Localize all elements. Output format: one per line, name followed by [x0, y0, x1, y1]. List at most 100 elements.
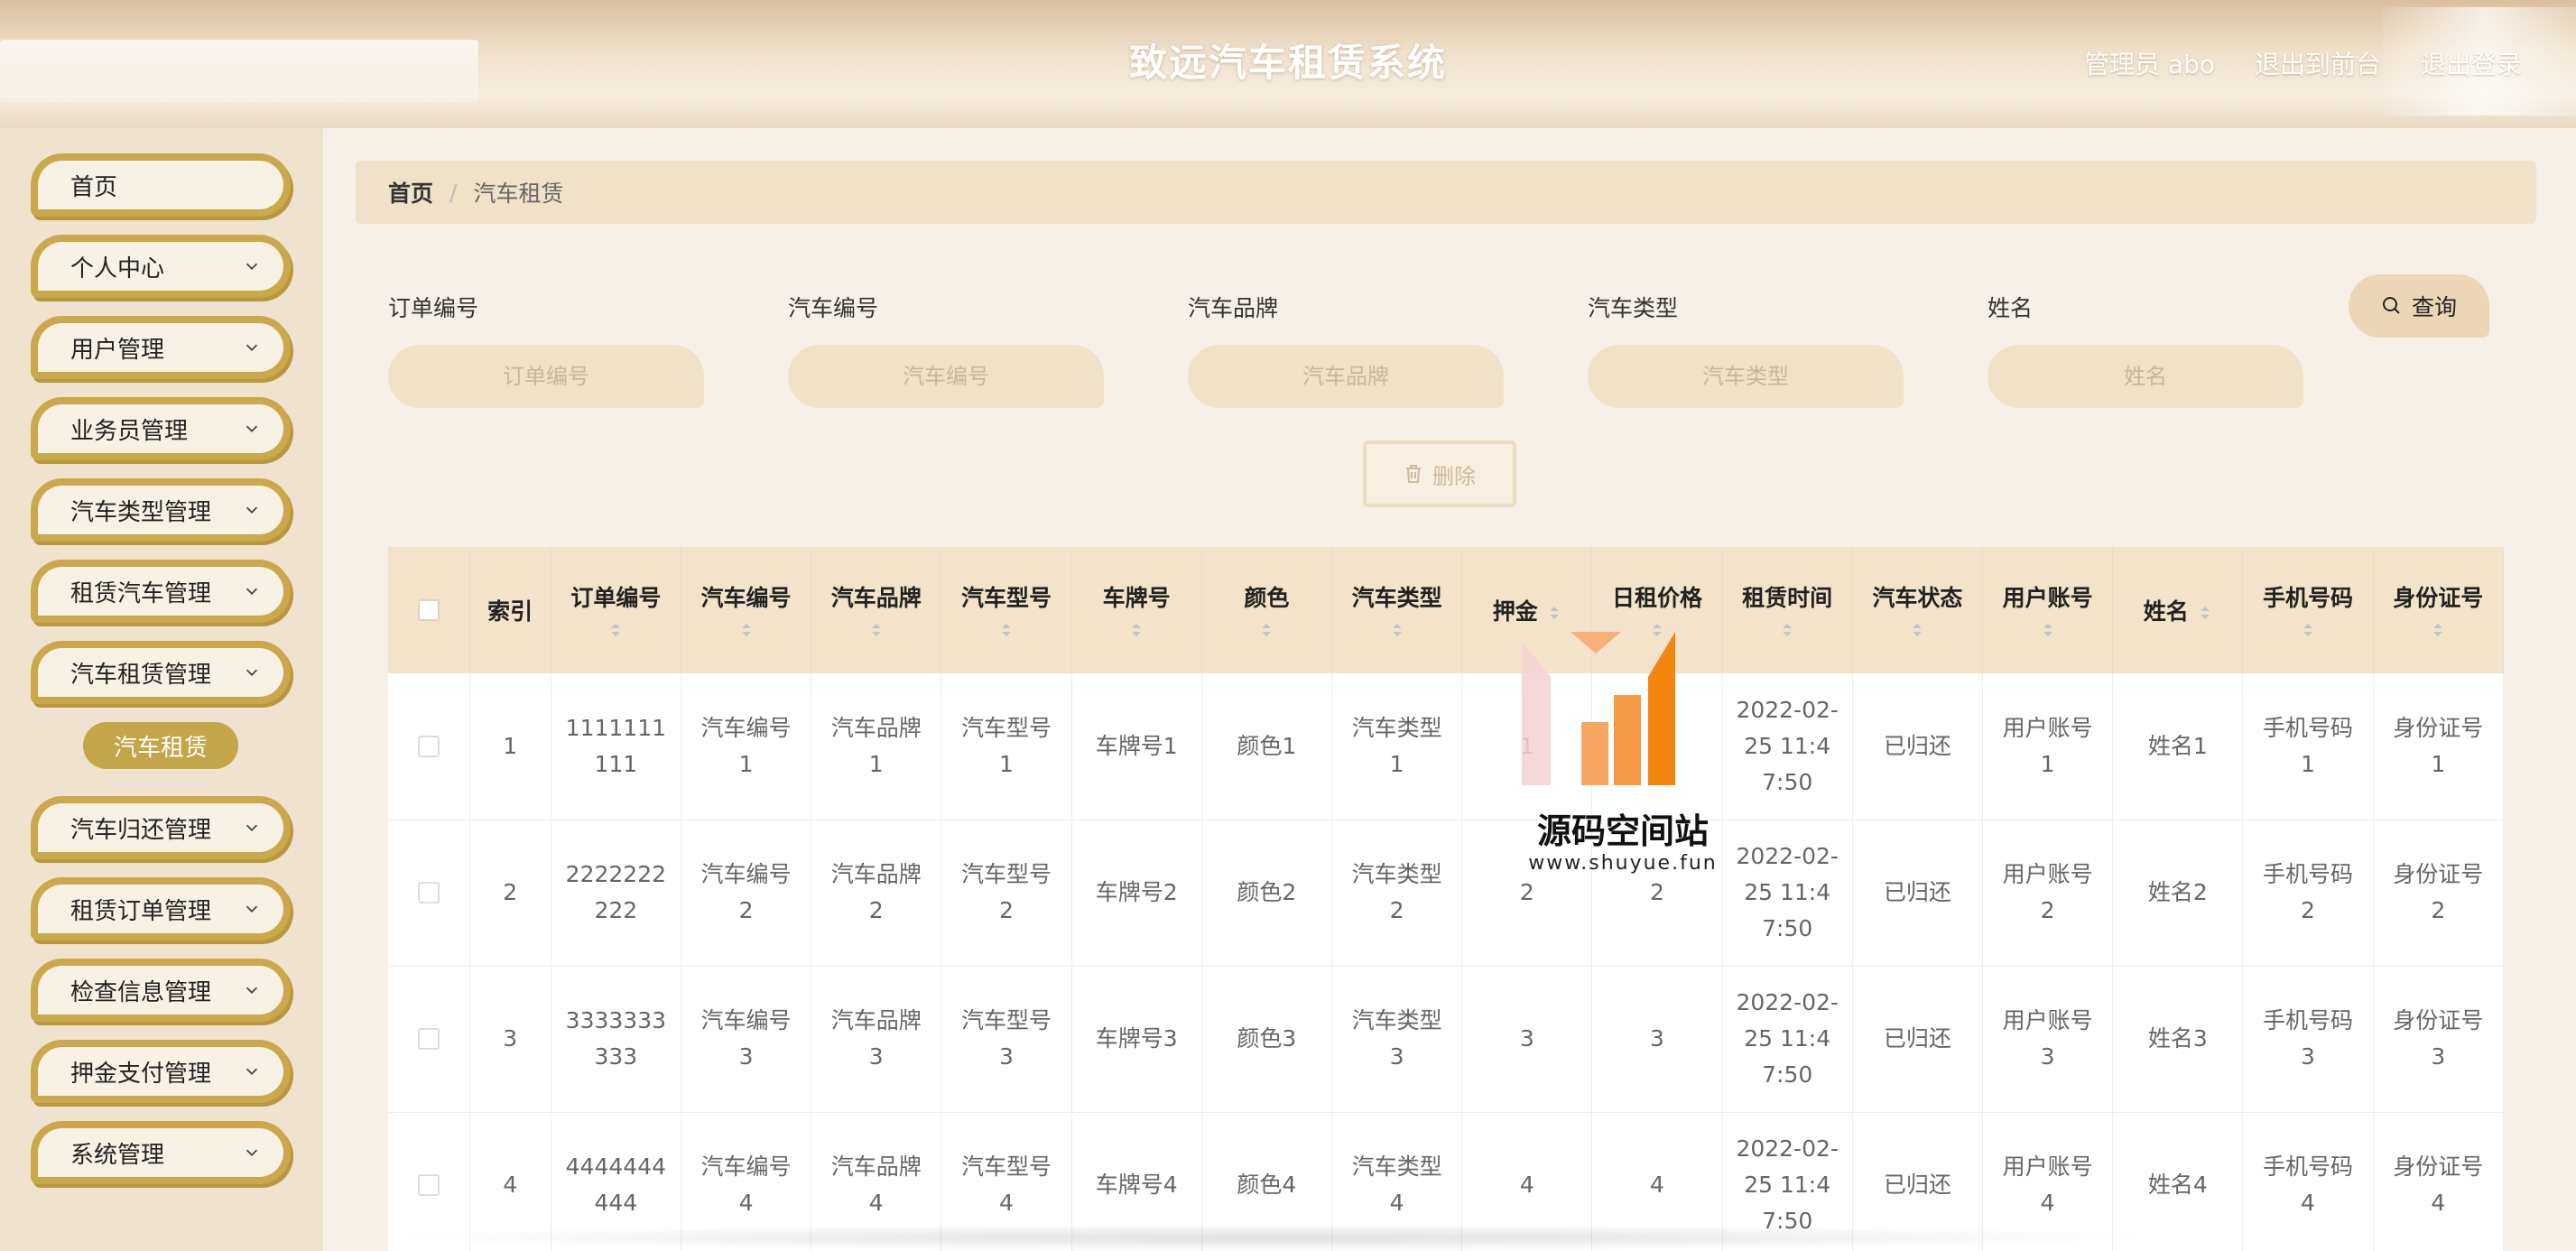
sidebar: 首页 个人中心 用户管理 业务员管理 汽车类型管理 租赁汽车管理 汽车租赁管理 … [0, 128, 323, 1251]
table-row[interactable]: 2 2222222222 汽车编号2 汽车品牌2 汽车型号2 车牌号2 颜色2 … [388, 820, 2505, 967]
sort-icon[interactable] [2198, 603, 2212, 623]
column-header[interactable]: 汽车型号 [941, 547, 1072, 673]
sidebar-item-orders[interactable]: 租赁订单管理 [31, 877, 291, 941]
sort-icon[interactable] [1910, 620, 1924, 640]
watermark-title: 源码空间站 [1536, 811, 1709, 851]
breadcrumb: 首页 / 汽车租赁 [356, 161, 2536, 224]
sort-icon[interactable] [1390, 620, 1404, 640]
sidebar-item-users[interactable]: 用户管理 [31, 316, 291, 379]
search-label: 汽车品牌 [1188, 295, 1279, 321]
row-checkbox[interactable] [417, 882, 440, 904]
sidebar-item-label: 租赁订单管理 [70, 897, 212, 925]
car-no-input[interactable] [788, 345, 1104, 408]
table-cell: 姓名1 [2112, 673, 2244, 820]
table-cell: 身份证号3 [2373, 966, 2505, 1113]
chevron-down-icon [246, 1149, 258, 1156]
table-cell: 3 [1461, 966, 1593, 1113]
column-header[interactable]: 用户账号 [1982, 547, 2114, 673]
exit-to-front-link[interactable]: 退出到前台 [2255, 45, 2381, 81]
select-all-checkbox[interactable] [417, 599, 440, 621]
table-cell: 3 [1591, 966, 1723, 1113]
breadcrumb-home[interactable]: 首页 [388, 176, 433, 208]
search-car-brand: 汽车品牌 [1188, 291, 1504, 408]
table-cell: 汽车类型1 [1331, 673, 1463, 820]
table-cell: 汽车编号3 [681, 966, 812, 1113]
table-cell: 颜色3 [1201, 966, 1332, 1113]
sort-icon[interactable] [2431, 620, 2445, 640]
column-header[interactable]: 身份证号 [2373, 547, 2505, 673]
row-checkbox[interactable] [417, 1174, 440, 1196]
header-label: 押金 [1492, 598, 1538, 625]
car-type-input[interactable] [1588, 345, 1904, 408]
order-no-input[interactable] [388, 345, 704, 408]
table-cell: 手机号码4 [2242, 1112, 2374, 1251]
column-header[interactable]: 租赁时间 [1722, 547, 1853, 673]
sort-icon[interactable] [999, 620, 1014, 640]
header-label: 汽车品牌 [830, 585, 922, 611]
table-cell: 身份证号1 [2373, 673, 2505, 820]
sort-icon[interactable] [739, 620, 754, 640]
table-cell: 汽车类型3 [1331, 966, 1463, 1113]
table-cell: 颜色1 [1201, 673, 1332, 820]
table-cell: 车牌号2 [1071, 820, 1202, 967]
sort-icon[interactable] [1547, 603, 1561, 623]
column-header[interactable]: 汽车类型 [1331, 547, 1463, 673]
table-cell: 用户账号2 [1982, 820, 2114, 967]
sidebar-item-home[interactable]: 首页 [31, 153, 291, 217]
rental-table: 索引 订单编号 汽车编号 汽车品牌 汽车型号 车牌号 颜色 汽车类型 押金 日租… [388, 547, 2505, 1251]
column-header[interactable]: 汽车编号 [681, 547, 812, 673]
row-checkbox[interactable] [417, 735, 440, 757]
row-checkbox[interactable] [417, 1028, 440, 1050]
search-button[interactable]: 查询 [2349, 274, 2489, 338]
table-row[interactable]: 1 1111111111 汽车编号1 汽车品牌1 汽车型号1 车牌号1 颜色1 … [388, 673, 2505, 820]
sort-icon[interactable] [1259, 620, 1274, 640]
sidebar-item-profile[interactable]: 个人中心 [31, 235, 291, 298]
logout-link[interactable]: 退出登录 [2421, 45, 2522, 81]
sort-icon[interactable] [1780, 620, 1794, 640]
sidebar-item-system[interactable]: 系统管理 [31, 1121, 291, 1184]
table-cell: 汽车品牌3 [811, 966, 942, 1113]
sidebar-item-inspection[interactable]: 检查信息管理 [31, 959, 291, 1022]
sidebar-item-label: 汽车类型管理 [70, 498, 212, 526]
table-cell: 姓名2 [2112, 820, 2244, 967]
table-cell: 已归还 [1852, 820, 1983, 967]
table-cell: 颜色2 [1201, 820, 1332, 967]
table-cell: 手机号码1 [2242, 673, 2374, 820]
column-header[interactable]: 汽车品牌 [811, 547, 942, 673]
sidebar-item-car-rental[interactable]: 汽车租赁管理 [31, 641, 291, 704]
sort-icon[interactable] [869, 620, 884, 640]
sort-icon[interactable] [1129, 620, 1144, 640]
sidebar-item-rental-cars[interactable]: 租赁汽车管理 [31, 560, 291, 623]
chevron-down-icon [246, 669, 258, 676]
column-header[interactable]: 姓名 [2112, 547, 2244, 673]
table-cell: 车牌号1 [1071, 673, 1202, 820]
car-brand-input[interactable] [1188, 345, 1504, 408]
search-label: 汽车类型 [1588, 295, 1679, 321]
chevron-down-icon [246, 425, 258, 432]
sidebar-item-car-types[interactable]: 汽车类型管理 [31, 478, 291, 542]
sidebar-item-car-return[interactable]: 汽车归还管理 [31, 796, 291, 859]
sidebar-subitem-car-rental[interactable]: 汽车租赁 [83, 722, 238, 769]
table-cell: 1 [469, 673, 551, 820]
sidebar-item-label: 业务员管理 [70, 417, 189, 445]
table-cell: 用户账号1 [1982, 673, 2114, 820]
watermark-logo-icon [1522, 632, 1675, 785]
search-label: 姓名 [1988, 295, 2034, 321]
column-header[interactable]: 汽车状态 [1852, 547, 1983, 673]
sort-icon[interactable] [2041, 620, 2055, 640]
table-cell: 已归还 [1852, 966, 1983, 1113]
sort-icon[interactable] [2301, 620, 2315, 640]
header-label: 订单编号 [570, 585, 662, 611]
sort-icon[interactable] [608, 620, 623, 640]
table-cell: 汽车品牌1 [811, 673, 942, 820]
column-header[interactable]: 订单编号 [551, 547, 681, 673]
column-header[interactable]: 车牌号 [1071, 547, 1202, 673]
name-input[interactable] [1988, 345, 2303, 408]
column-header[interactable]: 手机号码 [2242, 547, 2374, 673]
column-header[interactable]: 颜色 [1201, 547, 1332, 673]
delete-button[interactable]: 删除 [1363, 440, 1516, 507]
sidebar-item-deposit[interactable]: 押金支付管理 [31, 1040, 291, 1103]
sidebar-item-salesman[interactable]: 业务员管理 [31, 397, 291, 460]
search-name: 姓名 [1988, 291, 2303, 408]
table-row[interactable]: 3 3333333333 汽车编号3 汽车品牌3 汽车型号3 车牌号3 颜色3 … [388, 966, 2505, 1113]
